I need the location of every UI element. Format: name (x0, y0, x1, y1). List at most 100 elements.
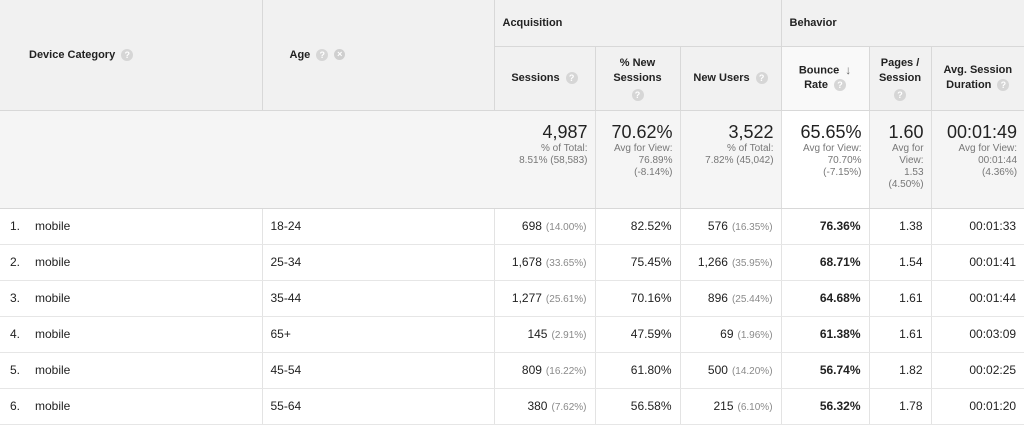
sessions-value: 698 (521, 219, 542, 233)
help-icon[interactable]: ? (565, 71, 578, 84)
new-users-percent: (35.95%) (731, 258, 773, 269)
remove-dimension-icon[interactable]: × (334, 49, 346, 61)
help-icon[interactable]: ? (997, 79, 1010, 92)
new-users-value: 69 (720, 327, 734, 341)
help-icon[interactable]: ? (894, 88, 907, 101)
total-new-users-sub1: % of Total: (727, 142, 774, 154)
age-link[interactable]: 55-64 (271, 399, 302, 413)
device-link[interactable]: mobile (35, 219, 70, 233)
total-pct-new-sessions: 70.62% Avg for View: 76.89% (-8.14%) (595, 110, 681, 209)
cell-avg-duration: 00:01:44 (931, 280, 1024, 317)
age-link[interactable]: 18-24 (271, 219, 302, 233)
cell-pages-session: 1.61 (869, 280, 932, 317)
metric-header-bounce-rate[interactable]: Bounce ↓ Rate? (781, 46, 870, 111)
cell-pct-new-sessions: 47.59% (595, 316, 681, 353)
dimension-header-age[interactable]: Age? × (262, 0, 495, 111)
cell-sessions: 380 (7.62%) (494, 388, 596, 425)
device-link[interactable]: mobile (35, 255, 70, 269)
cell-new-users: 896 (25.44%) (680, 280, 782, 317)
help-icon[interactable]: ? (631, 88, 644, 101)
age-link[interactable]: 45-54 (271, 363, 302, 377)
group-header-acquisition: Acquisition (494, 0, 782, 47)
help-icon[interactable]: ? (121, 48, 134, 61)
cell-device: 5. mobile (0, 352, 263, 389)
dimension-header-device-category[interactable]: Device Category? (0, 0, 263, 111)
total-sessions: 4,987 % of Total: 8.51% (58,583) (494, 110, 596, 209)
metric-label-pages-line2: Session (878, 71, 922, 84)
age-link[interactable]: 35-44 (271, 291, 302, 305)
new-users-percent: (1.96%) (737, 330, 773, 341)
device-link[interactable]: mobile (35, 327, 70, 341)
total-pct-new-sub3: (-8.14%) (634, 166, 673, 178)
metric-header-pct-new-sessions[interactable]: % New Sessions ? (595, 46, 681, 111)
sessions-percent: (7.62%) (551, 402, 587, 413)
sessions-percent: (33.65%) (545, 258, 587, 269)
cell-device: 6. mobile (0, 388, 263, 425)
cell-pct-new-sessions: 75.45% (595, 244, 681, 281)
metric-header-avg-session-duration[interactable]: Avg. Session Duration? (931, 46, 1024, 111)
total-duration-sub2: 00:01:44 (978, 154, 1018, 166)
total-bounce-sub3: (-7.15%) (823, 166, 862, 178)
metric-label-pct-new-line2: Sessions (613, 71, 662, 84)
cell-device: 1. mobile (0, 208, 263, 245)
row-index: 2. (10, 255, 21, 269)
cell-device: 2. mobile (0, 244, 263, 281)
row-index: 1. (10, 219, 21, 233)
device-link[interactable]: mobile (35, 399, 70, 413)
help-icon[interactable]: ? (833, 79, 846, 92)
cell-avg-duration: 00:02:25 (931, 352, 1024, 389)
metric-header-sessions[interactable]: Sessions? (494, 46, 596, 111)
row-index: 4. (10, 327, 21, 341)
help-icon[interactable]: ? (316, 48, 329, 61)
cell-avg-duration: 00:01:33 (931, 208, 1024, 245)
total-bounce-rate: 65.65% Avg for View: 70.70% (-7.15%) (781, 110, 870, 209)
help-icon[interactable]: ? (755, 71, 768, 84)
metric-label-sessions: Sessions (511, 71, 560, 84)
cell-new-users: 69 (1.96%) (680, 316, 782, 353)
total-avg-duration: 00:01:49 Avg for View: 00:01:44 (4.36%) (931, 110, 1024, 209)
new-users-percent: (14.20%) (731, 366, 773, 377)
dimension-label-device-category: Device Category (29, 48, 116, 61)
table-row: 4. mobile 65+ 145 (2.91%) 47.59% 69 (1.96%) 61.3… (0, 316, 1024, 353)
cell-new-users: 500 (14.20%) (680, 352, 782, 389)
cell-avg-duration: 00:03:09 (931, 316, 1024, 353)
sessions-percent: (14.00%) (545, 222, 587, 233)
dimension-label-age: Age (289, 48, 311, 61)
totals-row: 4,987 % of Total: 8.51% (58,583) 70.62% … (0, 110, 1024, 209)
cell-sessions: 1,678 (33.65%) (494, 244, 596, 281)
cell-pct-new-sessions: 82.52% (595, 208, 681, 245)
cell-age: 45-54 (262, 352, 495, 389)
total-sessions-sub2: 8.51% (58,583) (519, 154, 588, 166)
sort-descending-icon[interactable]: ↓ (845, 63, 851, 78)
age-link[interactable]: 25-34 (271, 255, 302, 269)
metric-label-bounce-line2: Rate (804, 79, 828, 92)
report-table: Device Category? Age? × Acquisition Behav… (0, 0, 1024, 425)
device-link[interactable]: mobile (35, 363, 70, 377)
new-users-value: 500 (707, 363, 728, 377)
total-pages-sub1: Avg for (892, 142, 924, 154)
metric-label-pct-new-line1: % New (619, 56, 656, 69)
metric-header-new-users[interactable]: New Users? (680, 46, 782, 111)
metric-header-pages-session[interactable]: Pages / Session ? (869, 46, 932, 111)
age-link[interactable]: 65+ (271, 327, 291, 341)
metric-label-duration-line1: Avg. Session (943, 64, 1013, 76)
cell-age: 65+ (262, 316, 495, 353)
total-pct-new-sub1: Avg for View: (613, 142, 673, 154)
sessions-value: 1,678 (511, 255, 542, 269)
cell-pct-new-sessions: 56.58% (595, 388, 681, 425)
cell-avg-duration: 00:01:20 (931, 388, 1024, 425)
total-sessions-value: 4,987 (542, 121, 588, 142)
total-pct-new-value: 70.62% (611, 121, 673, 142)
device-link[interactable]: mobile (35, 291, 70, 305)
cell-new-users: 215 (6.10%) (680, 388, 782, 425)
total-pct-new-sub2: 76.89% (638, 154, 673, 166)
cell-sessions: 698 (14.00%) (494, 208, 596, 245)
cell-pages-session: 1.78 (869, 388, 932, 425)
cell-bounce-rate: 68.71% (781, 244, 870, 281)
cell-age: 55-64 (262, 388, 495, 425)
metric-label-bounce-line1: Bounce (798, 64, 840, 77)
cell-pages-session: 1.61 (869, 316, 932, 353)
cell-sessions: 809 (16.22%) (494, 352, 596, 389)
cell-bounce-rate: 56.74% (781, 352, 870, 389)
cell-avg-duration: 00:01:41 (931, 244, 1024, 281)
